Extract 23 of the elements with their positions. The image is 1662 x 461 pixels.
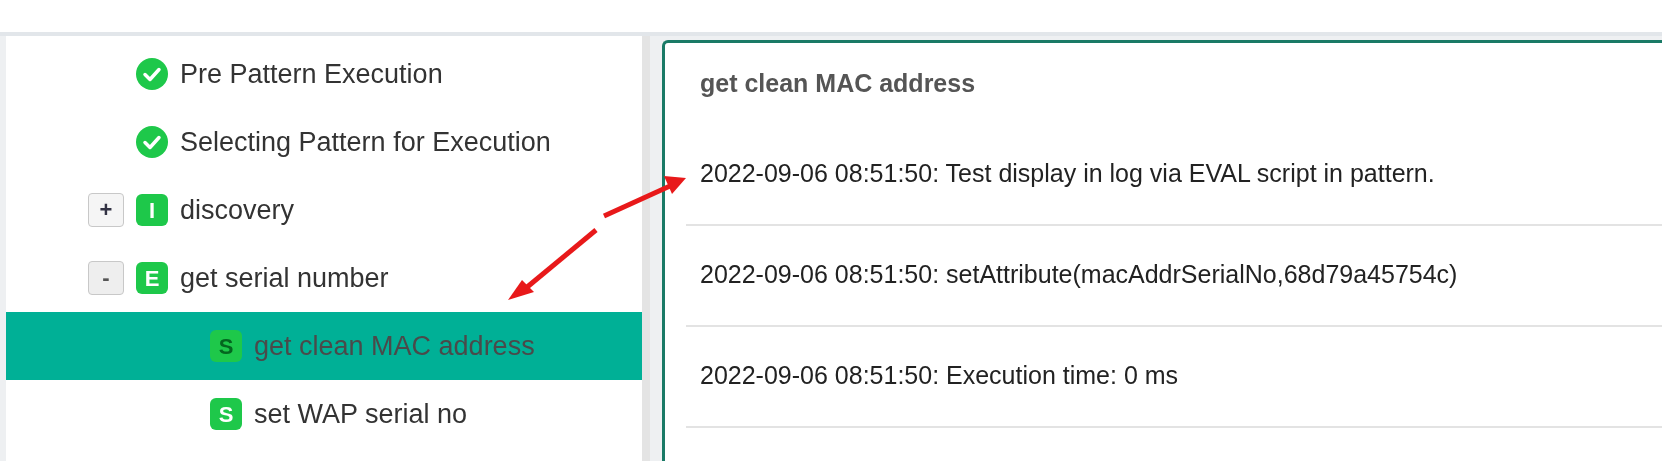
tree-item[interactable]: S set WAP serial no (6, 380, 642, 448)
tree-label: Selecting Pattern for Execution (180, 125, 551, 159)
tree-item[interactable]: + I discovery (6, 176, 642, 244)
tree-label: get serial number (180, 261, 389, 295)
tree-item[interactable]: - E get serial number (6, 244, 642, 312)
tree-item[interactable]: Pre Pattern Execution (6, 40, 642, 108)
tree-item[interactable]: Selecting Pattern for Execution (6, 108, 642, 176)
tree-label: discovery (180, 193, 295, 227)
log-line: 2022-09-06 08:51:50: Test display in log via EVAL script in pattern. (700, 158, 1435, 190)
log-line: 2022-09-06 08:51:50: Execution time: 0 ms (700, 360, 1179, 392)
expand-toggle[interactable]: - (88, 261, 124, 295)
type-badge: E (136, 262, 168, 294)
type-badge: S (210, 398, 242, 430)
check-circle-icon (136, 126, 168, 158)
detail-title: get clean MAC address (700, 68, 977, 99)
type-badge: I (136, 194, 168, 226)
tree-label: Pre Pattern Execution (180, 57, 443, 91)
type-badge: S (210, 330, 242, 362)
tree-label: get clean MAC address (254, 329, 535, 363)
check-circle-icon (136, 58, 168, 90)
expand-toggle[interactable]: + (88, 193, 124, 227)
tree-label: set WAP serial no (254, 397, 468, 431)
log-line: 2022-09-06 08:51:50: setAttribute(macAddrSerialNo,68d79a45754c) (700, 259, 1458, 291)
